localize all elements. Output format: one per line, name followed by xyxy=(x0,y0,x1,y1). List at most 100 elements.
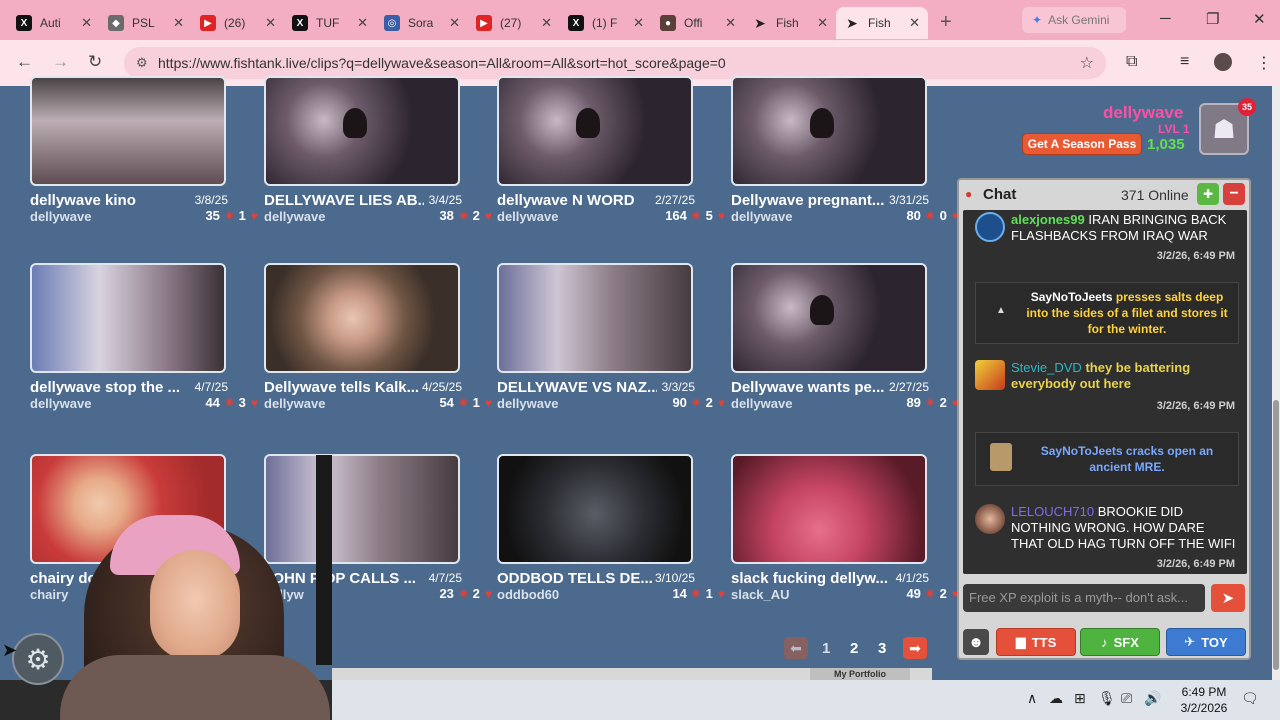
browser-tab[interactable]: X TUF ✕ xyxy=(284,7,376,39)
clip-card[interactable]: dellywave stop the ... 4/7/25 dellywave 44 ◉… xyxy=(30,263,262,411)
close-icon[interactable]: ✕ xyxy=(541,15,552,31)
clip-title[interactable]: dellywave stop the ... xyxy=(30,379,190,396)
microphone-icon[interactable]: 🎙 xyxy=(1098,690,1116,707)
browser-tab[interactable]: ◆ PSL ✕ xyxy=(100,7,192,39)
clip-title[interactable]: DELLYWAVE VS NAZ... xyxy=(497,379,657,396)
page-3[interactable]: 3 xyxy=(878,640,886,657)
clip-thumbnail[interactable] xyxy=(30,263,226,373)
clip-card[interactable]: Dellywave pregnant... 3/31/25 dellywave 80 ◉… xyxy=(731,76,963,224)
minimize-icon[interactable]: ─ xyxy=(1160,10,1171,27)
clip-author[interactable]: slack_AU xyxy=(731,587,790,602)
my-portfolio-link[interactable]: My Portfolio xyxy=(810,668,910,680)
clip-title[interactable]: dellywave N WORD xyxy=(497,192,657,209)
toy-button[interactable]: ✈ TOY xyxy=(1166,628,1246,656)
heart-icon[interactable]: ♥ xyxy=(718,396,725,410)
browser-tab[interactable]: ▶ (27) ✕ xyxy=(468,7,560,39)
browser-tab[interactable]: ◎ Sora ✕ xyxy=(376,7,468,39)
clip-thumbnail[interactable] xyxy=(497,263,693,373)
clip-card[interactable]: slack fucking dellyw... 4/1/25 slack_AU 49 ◉… xyxy=(731,454,963,602)
page-1[interactable]: 1 xyxy=(822,640,830,657)
clip-author[interactable]: dellywave xyxy=(264,396,325,411)
gemini-button[interactable]: ✦ Ask Gemini xyxy=(1022,7,1126,33)
new-tab-button[interactable]: + xyxy=(940,11,952,34)
heart-icon[interactable]: ♥ xyxy=(251,396,258,410)
clip-thumbnail[interactable] xyxy=(731,454,927,564)
reload-icon[interactable]: ↻ xyxy=(88,52,102,72)
clip-thumbnail[interactable] xyxy=(264,263,460,373)
chat-input[interactable]: Free XP exploit is a myth-- don't ask... xyxy=(963,584,1205,612)
close-icon[interactable]: ✕ xyxy=(81,15,92,31)
clip-author[interactable]: dellywave xyxy=(30,396,91,411)
clip-title[interactable]: ODDBOD TELLS DE... xyxy=(497,570,657,587)
clip-thumbnail[interactable] xyxy=(30,76,226,186)
clip-card[interactable]: dellywave N WORD 2/27/25 dellywave 164 ◉ 5 ♥ xyxy=(497,76,729,224)
emoji-button[interactable]: ☻ xyxy=(963,629,989,655)
notification-badge[interactable]: 35 xyxy=(1238,98,1256,116)
profile-avatar[interactable] xyxy=(1214,53,1232,71)
clip-title[interactable]: slack fucking dellyw... xyxy=(731,570,891,587)
clip-author[interactable]: dellywave xyxy=(30,209,91,224)
clip-card[interactable]: DELLYWAVE VS NAZ... 3/3/25 dellywave 90 ◉ 2 ♥ xyxy=(497,263,729,411)
heart-icon[interactable]: ♥ xyxy=(718,209,725,223)
close-icon[interactable]: ✕ xyxy=(725,15,736,31)
chat-add-icon[interactable]: ✚ xyxy=(1197,183,1219,205)
page-2[interactable]: 2 xyxy=(850,640,858,657)
tts-button[interactable]: ▆ TTS xyxy=(996,628,1076,656)
clip-author[interactable]: dellywave xyxy=(497,209,558,224)
address-bar[interactable]: ⚙ https://www.fishtank.live/clips?q=dell… xyxy=(124,47,1106,79)
bookmark-star-icon[interactable]: ☆ xyxy=(1080,53,1094,73)
extensions-icon[interactable]: ⧉ xyxy=(1126,53,1137,71)
restore-icon[interactable]: ❐ xyxy=(1206,10,1219,28)
tray-app-icon[interactable]: ⊞ xyxy=(1074,690,1086,707)
scrollbar-thumb[interactable] xyxy=(1273,400,1279,670)
chat-username[interactable]: SayNoToJeets xyxy=(1041,444,1123,458)
clip-card[interactable]: Dellywave wants pe... 2/27/25 dellywave 89 ◉… xyxy=(731,263,963,411)
heart-icon[interactable]: ♥ xyxy=(485,209,492,223)
clip-thumbnail[interactable] xyxy=(731,263,927,373)
close-icon[interactable]: ✕ xyxy=(633,15,644,31)
heart-icon[interactable]: ♥ xyxy=(485,587,492,601)
next-page-button[interactable]: ➡ xyxy=(903,637,927,659)
clip-thumbnail[interactable] xyxy=(497,454,693,564)
heart-icon[interactable]: ♥ xyxy=(251,209,258,223)
clip-title[interactable]: dellywave kino xyxy=(30,192,190,209)
browser-tab[interactable]: X Auti ✕ xyxy=(8,7,100,39)
prev-page-button[interactable]: ⬅ xyxy=(784,637,808,659)
network-icon[interactable]: ⎚ xyxy=(1121,690,1132,707)
clip-title[interactable]: Dellywave wants pe... xyxy=(731,379,891,396)
clip-title[interactable]: Dellywave pregnant... xyxy=(731,192,891,209)
clip-author[interactable]: oddbod60 xyxy=(497,587,559,602)
site-info-icon[interactable]: ⚙ xyxy=(136,55,148,71)
chat-username[interactable]: LELOUCH710 xyxy=(1011,504,1094,519)
browser-tab-active[interactable]: ➤ Fish ✕ xyxy=(836,7,928,39)
forward-icon[interactable]: → xyxy=(52,52,69,72)
clip-thumbnail[interactable] xyxy=(731,76,927,186)
chat-username[interactable]: alexjones99 xyxy=(1011,212,1085,227)
user-avatar[interactable] xyxy=(975,504,1005,534)
heart-icon[interactable]: ♥ xyxy=(718,587,725,601)
browser-tab[interactable]: X (1) F ✕ xyxy=(560,7,652,39)
volume-icon[interactable]: 🔊 xyxy=(1144,690,1161,707)
user-avatar[interactable] xyxy=(975,212,1005,242)
notification-center-icon[interactable]: 🗨 xyxy=(1241,690,1259,707)
close-icon[interactable]: ✕ xyxy=(909,15,920,31)
close-window-icon[interactable]: ✕ xyxy=(1253,10,1266,28)
clip-author[interactable]: dellywave xyxy=(497,396,558,411)
profile-username[interactable]: dellywave xyxy=(1103,103,1183,123)
clip-author[interactable]: dellywave xyxy=(731,396,792,411)
clip-title[interactable]: DELLYWAVE LIES AB... xyxy=(264,192,424,209)
chat-messages[interactable]: alexjones99 IRAN BRINGING BACK FLASHBACK… xyxy=(963,210,1247,574)
heart-icon[interactable]: ♥ xyxy=(485,396,492,410)
sfx-button[interactable]: ♪ SFX xyxy=(1080,628,1160,656)
clip-card[interactable]: Dellywave tells Kalk... 4/25/25 dellywave 5… xyxy=(264,263,496,411)
media-control-icon[interactable]: ≡ xyxy=(1180,53,1189,71)
browser-tab[interactable]: ▶ (26) ✕ xyxy=(192,7,284,39)
clip-title[interactable]: Dellywave tells Kalk... xyxy=(264,379,424,396)
user-avatar[interactable] xyxy=(975,360,1005,390)
chat-username[interactable]: SayNoToJeets xyxy=(1031,290,1113,304)
send-button[interactable]: ➤ xyxy=(1211,584,1245,612)
close-icon[interactable]: ✕ xyxy=(449,15,460,31)
browser-tab[interactable]: ➤ Fish ✕ xyxy=(744,7,836,39)
chat-close-icon[interactable]: − xyxy=(1223,183,1245,205)
close-icon[interactable]: ✕ xyxy=(173,15,184,31)
